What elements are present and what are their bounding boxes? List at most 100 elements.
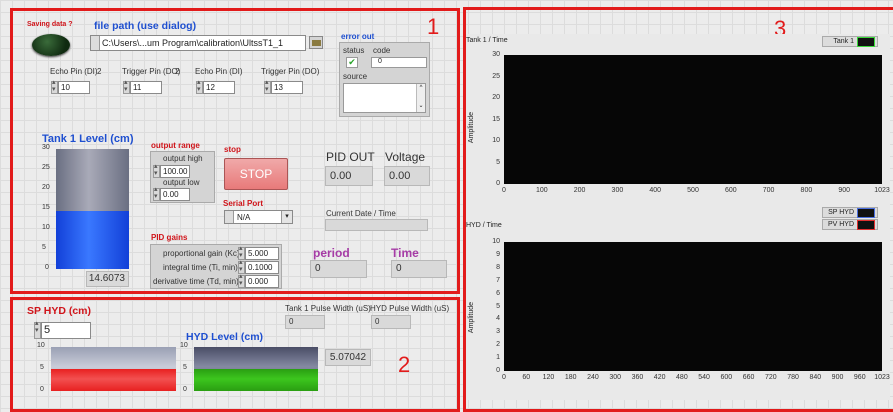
hyd-scale-tick: 10 <box>180 342 188 349</box>
sp-hyd-spinner[interactable] <box>34 319 41 339</box>
output-range-cluster: output high 100.00 output low 0.00 <box>150 151 215 203</box>
x-tick-label: 180 <box>564 374 577 381</box>
x-tick-label: 1023 <box>874 374 890 381</box>
x-tick-label: 120 <box>542 374 555 381</box>
pin-4-value[interactable]: 13 <box>271 81 303 94</box>
output-low-control[interactable]: 0.00 <box>153 185 190 201</box>
tank-1-ylabel: Amplitude <box>468 111 476 144</box>
tank-1-label: Tank 1 Level (cm) <box>42 133 134 145</box>
sp-hyd-value[interactable]: 5 <box>41 322 91 339</box>
pin-3-value[interactable]: 12 <box>203 81 235 94</box>
x-tick-label: 1023 <box>874 187 890 194</box>
kc-control[interactable]: 5.000 <box>238 244 279 260</box>
y-tick-label: 10 <box>492 137 500 144</box>
pin-control-1[interactable]: 10 <box>51 78 90 94</box>
y-tick-label: 7 <box>496 276 500 284</box>
file-path-field[interactable]: C:\Users\...um Program\calibration\Ultss… <box>90 35 306 51</box>
output-high-control[interactable]: 100.00 <box>153 162 190 178</box>
pid-gain-label: integral time (Ti, min) <box>163 263 238 272</box>
code-field: 0 <box>371 57 427 68</box>
tank-1-chart: Tank 1 / Time Tank 1 Amplitude 30 25 20 15 1… <box>466 34 890 204</box>
pin-control-4[interactable]: 13 <box>264 78 303 94</box>
output-low-spinner[interactable] <box>153 185 160 201</box>
pid-gain-label: derivative time (Td, min) <box>153 277 239 286</box>
kc-value[interactable]: 5.000 <box>245 247 279 260</box>
error-out-label: error out <box>341 32 375 41</box>
legend-label: PV HYD <box>827 221 854 228</box>
hyd-level-bar <box>194 347 318 391</box>
tank-scale-tick: 5 <box>42 244 46 251</box>
hyd-level-label: HYD Level (cm) <box>186 331 264 343</box>
source-field: ^ ⌄ <box>343 83 426 113</box>
source-scrollbar[interactable]: ^ ⌄ <box>416 84 425 112</box>
sp-scale-tick: 5 <box>40 364 44 371</box>
x-tick-label: 480 <box>676 374 688 381</box>
td-spinner[interactable] <box>238 272 245 288</box>
status-check-icon: ✔ <box>346 57 358 68</box>
serial-port-select[interactable]: N/A ▾ <box>224 210 293 224</box>
tank-1-chart-title: Tank 1 / Time <box>466 37 508 44</box>
stop-button[interactable]: STOP <box>224 158 288 190</box>
output-low-label: output low <box>163 178 200 187</box>
pin-label-1: Echo Pin (DI) <box>50 67 98 76</box>
pin-2-spinner[interactable] <box>123 78 130 94</box>
pin-3-spinner[interactable] <box>196 78 203 94</box>
y-tick-label: 15 <box>492 115 500 123</box>
td-control[interactable]: 0.000 <box>238 272 279 288</box>
source-label: source <box>343 72 368 81</box>
tank-1-fill <box>56 210 129 269</box>
x-tick-label: 600 <box>724 187 737 194</box>
y-tick-label: 8 <box>496 263 500 271</box>
td-value[interactable]: 0.000 <box>245 275 279 288</box>
hyd-ylabel: Amplitude <box>468 301 476 334</box>
x-tick-label: 200 <box>573 187 586 194</box>
serial-port-icon <box>225 211 234 223</box>
sp-hyd-bar <box>51 347 176 391</box>
y-tick-label: 10 <box>492 238 500 245</box>
pin-2-value[interactable]: 11 <box>130 81 162 94</box>
tank-scale-tick: 15 <box>42 204 50 211</box>
pin-1-spinner[interactable] <box>51 78 58 94</box>
voltage-value: 0.00 <box>384 166 430 186</box>
x-tick-label: 300 <box>611 187 624 194</box>
x-tick-label: 300 <box>609 374 622 381</box>
y-tick-label: 1 <box>496 354 500 362</box>
hyd-scale-tick: 5 <box>183 364 187 371</box>
pin-badge-1: 2 <box>97 67 102 76</box>
pin-control-2[interactable]: 11 <box>123 78 162 94</box>
saving-data-toggle[interactable] <box>32 34 70 56</box>
time-label: Time <box>391 246 419 260</box>
folder-icon <box>312 40 321 46</box>
ti-control[interactable]: 0.1000 <box>238 258 279 274</box>
x-tick-label: 540 <box>698 374 710 381</box>
x-tick-label: 0 <box>502 374 506 381</box>
hyd-pulse-label: HYD Pulse Width (uS) <box>370 304 450 313</box>
y-tick-label: 30 <box>492 51 500 58</box>
serial-port-value: N/A <box>237 212 251 222</box>
chevron-down-icon[interactable]: ▾ <box>281 211 292 223</box>
browse-folder-button[interactable] <box>309 36 323 49</box>
tank-scale-tick: 0 <box>45 264 49 271</box>
time-value: 0 <box>391 260 447 278</box>
pin-control-3[interactable]: 12 <box>196 78 235 94</box>
y-tick-label: 2 <box>496 341 500 349</box>
pin-1-value[interactable]: 10 <box>58 81 90 94</box>
file-path-label: file path (use dialog) <box>94 20 197 32</box>
period-value: 0 <box>310 260 367 278</box>
ti-value[interactable]: 0.1000 <box>245 261 279 274</box>
output-low-value[interactable]: 0.00 <box>160 188 190 201</box>
file-path-value: C:\Users\...um Program\calibration\Ultss… <box>102 38 284 48</box>
pin-label-3: Echo Pin (DI) <box>195 67 243 76</box>
y-tick-label: 9 <box>496 250 500 258</box>
x-tick-label: 900 <box>831 374 844 381</box>
tank-1-value: 14.6073 <box>86 271 129 287</box>
output-high-spinner[interactable] <box>153 162 160 178</box>
sp-hyd-control[interactable]: 5 <box>34 319 91 339</box>
output-high-value[interactable]: 100.00 <box>160 165 190 178</box>
tank-scale-tick: 25 <box>42 164 50 171</box>
tank-1-pulse-value: 0 <box>285 315 325 329</box>
x-tick-label: 800 <box>800 187 813 194</box>
x-tick-label: 960 <box>853 374 866 381</box>
y-tick-label: 5 <box>496 158 500 166</box>
pin-4-spinner[interactable] <box>264 78 271 94</box>
